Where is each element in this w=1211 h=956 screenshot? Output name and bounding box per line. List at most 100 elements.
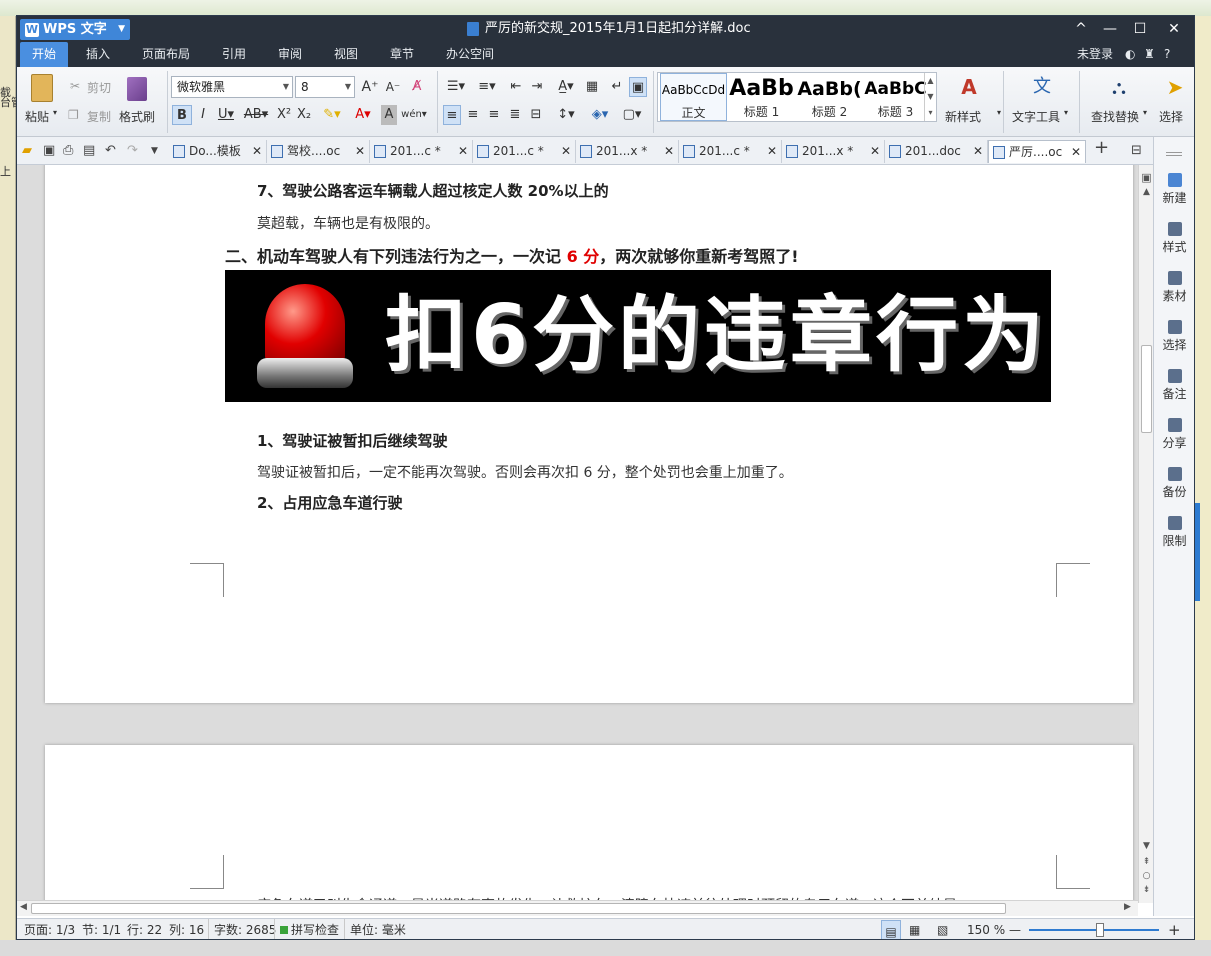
doc-tab[interactable]: 201...x * ✕ — [576, 140, 679, 163]
doc-tab[interactable]: 201...c * ✕ — [473, 140, 576, 163]
help-button[interactable]: ? — [1164, 42, 1170, 67]
font-color-icon[interactable]: A▾ — [350, 105, 376, 125]
increase-indent-icon[interactable]: ⇥ — [528, 77, 546, 97]
doc-tab[interactable]: 201...doc ✕ — [885, 140, 988, 163]
page-indicator[interactable]: 页面: 1/3 — [24, 919, 75, 939]
cut-icon[interactable]: ✂ — [70, 79, 80, 93]
quick-access-menu-icon[interactable]: ▼ — [151, 142, 158, 160]
style-heading-3[interactable]: AaBbC 标题 3 — [862, 73, 929, 121]
binoculars-icon[interactable]: ⛬ — [1107, 75, 1131, 99]
scroll-left-icon[interactable]: ◀ — [20, 902, 27, 912]
vertical-scrollbar[interactable]: ▣ ▲ ▼ ⇞ ○ ⇟ — [1138, 165, 1153, 903]
maximize-button[interactable]: ☐ — [1125, 16, 1155, 42]
show-layout-icon[interactable]: ▣ — [629, 77, 647, 97]
scroll-down-icon[interactable]: ▼ — [1139, 841, 1154, 851]
scroll-thumb[interactable] — [31, 903, 1006, 914]
browse-object-icon[interactable]: ○ — [1139, 871, 1154, 881]
cut-button[interactable]: 剪切 — [87, 79, 111, 96]
panel-share[interactable]: 分享 — [1154, 418, 1194, 451]
redo-icon[interactable]: ↷ — [127, 142, 138, 160]
numbered-list-icon[interactable]: ≡▾ — [474, 77, 500, 97]
word-count[interactable]: 字数: 2685 — [208, 919, 276, 939]
text-tools-button[interactable]: 文字工具 — [1012, 108, 1060, 125]
paste-icon[interactable] — [31, 74, 53, 102]
page-2[interactable]: 应急车道又叫生命通道，是当道路有事故发生，让救护车、清障车快速前往处理时预留的专… — [45, 745, 1133, 903]
doc-tab[interactable]: 驾校....oc ✕ — [267, 140, 370, 163]
tab-view[interactable]: 视图 — [334, 42, 358, 67]
close-button[interactable]: ✕ — [1159, 16, 1189, 42]
skin-icon[interactable]: ◐ — [1125, 42, 1135, 67]
border-icon[interactable]: ▢▾ — [619, 105, 645, 125]
zoom-slider-track[interactable] — [1029, 929, 1159, 931]
zoom-value[interactable]: 150 % — [967, 919, 1005, 939]
close-icon[interactable]: ✕ — [561, 140, 571, 163]
table-icon[interactable]: ▦ — [583, 77, 601, 97]
grow-font-icon[interactable]: A⁺ — [360, 77, 380, 97]
tab-review[interactable]: 审阅 — [278, 42, 302, 67]
copy-button[interactable]: 复制 — [87, 108, 111, 125]
close-icon[interactable]: ✕ — [767, 140, 777, 163]
phonetic-guide-icon[interactable]: wén▾ — [401, 105, 427, 125]
clear-format-icon[interactable]: A̸ — [407, 77, 427, 97]
line-spacing-icon[interactable]: ↕▾ — [553, 105, 579, 125]
font-size-select[interactable]: 8 ▼ — [295, 76, 355, 98]
close-icon[interactable]: ✕ — [458, 140, 468, 163]
paste-button[interactable]: 粘贴 — [25, 108, 49, 125]
print-icon[interactable]: ⎙ — [63, 142, 73, 160]
char-shading-icon[interactable]: A — [381, 105, 397, 125]
web-view-icon[interactable]: ▧ — [937, 919, 948, 939]
prev-page-icon[interactable]: ⇞ — [1139, 857, 1154, 867]
scroll-right-icon[interactable]: ▶ — [1124, 902, 1131, 912]
zoom-in-icon[interactable]: + — [1168, 919, 1181, 939]
paragraph-mark-icon[interactable]: ↵ — [609, 77, 625, 97]
select-button[interactable]: 选择 — [1159, 108, 1183, 125]
subscript-icon[interactable]: X₂ — [295, 105, 313, 125]
scroll-up-icon[interactable]: ▲ — [1139, 187, 1154, 197]
tab-insert[interactable]: 插入 — [86, 42, 110, 67]
copy-icon[interactable]: ❐ — [68, 108, 79, 122]
panel-new[interactable]: 新建 — [1154, 173, 1194, 206]
tab-office-space[interactable]: 办公空间 — [446, 42, 494, 67]
text-direction-icon[interactable]: A̲▾ — [553, 77, 579, 97]
collapse-ribbon-button[interactable]: ^ — [1066, 16, 1096, 42]
text-tools-icon[interactable]: 文 — [1030, 75, 1054, 99]
align-left-icon[interactable]: ≡ — [443, 105, 461, 125]
chevron-down-icon[interactable]: ▾ — [1143, 108, 1147, 117]
justify-icon[interactable]: ≣ — [506, 105, 524, 125]
zoom-slider-thumb[interactable] — [1096, 923, 1104, 937]
panel-restrict[interactable]: 限制 — [1154, 516, 1194, 549]
style-heading-1[interactable]: AaBb 标题 1 — [728, 73, 795, 121]
panel-styles[interactable]: 样式 — [1154, 222, 1194, 255]
print-preview-icon[interactable]: ▤ — [83, 142, 95, 160]
page-view-icon[interactable]: ▤ — [881, 920, 901, 939]
zoom-out-icon[interactable]: — — [1009, 919, 1021, 939]
panel-grip-icon[interactable] — [1166, 152, 1182, 156]
shirt-icon[interactable]: ♜ — [1144, 42, 1155, 67]
new-style-button[interactable]: 新样式 — [945, 108, 981, 125]
doc-tab[interactable]: 201...c * ✕ — [370, 140, 473, 163]
tab-home[interactable]: 开始 — [20, 42, 69, 67]
close-icon[interactable]: ✕ — [973, 140, 983, 163]
new-style-icon[interactable]: A — [957, 75, 981, 99]
doc-tab[interactable]: 201...x * ✕ — [782, 140, 885, 163]
italic-icon[interactable]: I — [194, 105, 212, 125]
ruler-toggle-icon[interactable]: ▣ — [1139, 171, 1154, 184]
doc-tab[interactable]: Do...模板 ✕ — [169, 140, 267, 163]
banner-image[interactable]: 扣6分的违章行为 — [225, 270, 1051, 402]
format-painter-button[interactable]: 格式刷 — [119, 108, 155, 125]
new-tab-icon[interactable]: + — [1094, 139, 1109, 157]
decrease-indent-icon[interactable]: ⇤ — [507, 77, 525, 97]
panel-backup[interactable]: 备份 — [1154, 467, 1194, 500]
page-1[interactable]: 7、驾驶公路客运车辆载人超过核定人数 20%以上的 莫超载，车辆也是有极限的。 … — [45, 165, 1133, 703]
bullet-list-icon[interactable]: ☰▾ — [443, 77, 469, 97]
undo-icon[interactable]: ↶ — [105, 142, 116, 160]
doc-tab[interactable]: 201...c * ✕ — [679, 140, 782, 163]
close-icon[interactable]: ✕ — [664, 140, 674, 163]
close-icon[interactable]: ✕ — [1071, 141, 1081, 164]
bold-icon[interactable]: B — [172, 105, 192, 125]
next-page-icon[interactable]: ⇟ — [1139, 885, 1154, 895]
style-gallery-scroll[interactable]: ▲ ▼ ▾ — [924, 73, 936, 121]
spell-check-toggle[interactable]: 拼写检查 — [274, 919, 339, 939]
panel-materials[interactable]: 素材 — [1154, 271, 1194, 304]
panel-select[interactable]: 选择 — [1154, 320, 1194, 353]
